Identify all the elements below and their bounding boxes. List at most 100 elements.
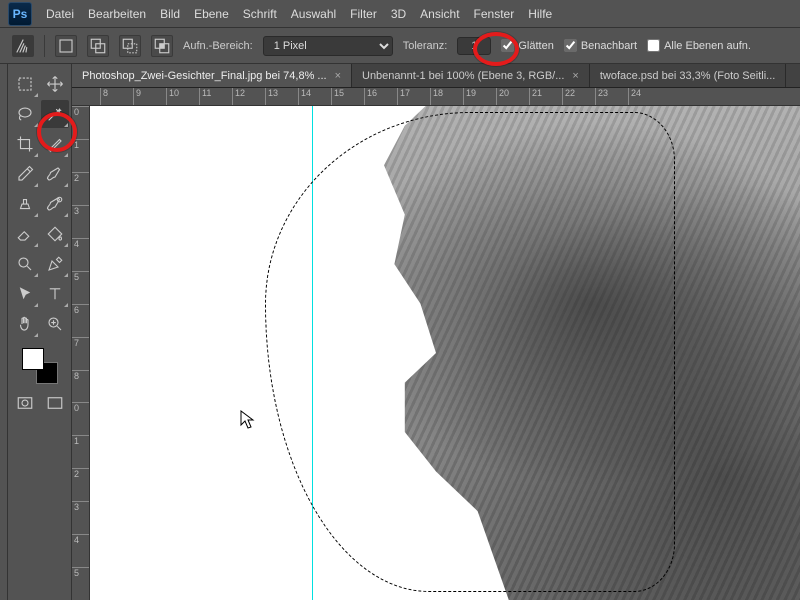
document-tab[interactable]: twoface.psd bei 33,3% (Foto Seitli... <box>590 64 786 87</box>
ruler-tick: 8 <box>100 88 133 105</box>
tool-hand[interactable] <box>11 310 39 338</box>
ruler-tick: 17 <box>397 88 430 105</box>
toolbox <box>8 64 72 600</box>
close-icon[interactable]: × <box>335 70 341 82</box>
ruler-tick: 12 <box>232 88 265 105</box>
close-icon[interactable]: × <box>572 70 578 82</box>
screen-mode-icon[interactable] <box>43 394 67 412</box>
menu-ansicht[interactable]: Ansicht <box>420 7 459 21</box>
document-tabs: Photoshop_Zwei-Gesichter_Final.jpg bei 7… <box>72 64 800 88</box>
glaetten-label: Glätten <box>518 40 553 52</box>
cursor-icon <box>240 410 256 430</box>
ruler-tick: 3 <box>72 205 89 238</box>
ruler-tick: 24 <box>628 88 661 105</box>
separator <box>44 35 45 57</box>
ruler-tick: 10 <box>166 88 199 105</box>
quick-mask-icon[interactable] <box>13 394 37 412</box>
ruler-tick: 5 <box>72 567 89 600</box>
ruler-tick: 15 <box>331 88 364 105</box>
ruler-tick: 1 <box>72 139 89 172</box>
ruler-tick: 4 <box>72 534 89 567</box>
ruler-tick: 9 <box>133 88 166 105</box>
tool-type[interactable] <box>41 280 69 308</box>
tool-zoom[interactable] <box>41 310 69 338</box>
ruler-tick: 3 <box>72 501 89 534</box>
menu-fenster[interactable]: Fenster <box>474 7 515 21</box>
ruler-tick: 0 <box>72 402 89 435</box>
aufn-bereich-select[interactable]: 1 Pixel <box>263 36 393 56</box>
menu-3d[interactable]: 3D <box>391 7 406 21</box>
toleranz-input[interactable] <box>457 37 491 55</box>
glaetten-checkbox[interactable]: Glätten <box>501 39 553 52</box>
ruler-tick: 8 <box>72 370 89 403</box>
menu-ebene[interactable]: Ebene <box>194 7 229 21</box>
menu-bar: Ps Datei Bearbeiten Bild Ebene Schrift A… <box>0 0 800 28</box>
ruler-tick: 22 <box>562 88 595 105</box>
menu-auswahl[interactable]: Auswahl <box>291 7 336 21</box>
menu-datei[interactable]: Datei <box>46 7 74 21</box>
tool-pen[interactable] <box>41 250 69 278</box>
tab-label: twoface.psd bei 33,3% (Foto Seitli... <box>600 70 775 82</box>
tool-clone-stamp[interactable] <box>11 190 39 218</box>
alle-ebenen-label: Alle Ebenen aufn. <box>664 40 751 52</box>
tool-lasso[interactable] <box>11 100 39 128</box>
ruler-tick: 2 <box>72 468 89 501</box>
ruler-tick: 18 <box>430 88 463 105</box>
ruler-tick: 6 <box>72 304 89 337</box>
ruler-tick: 1 <box>72 435 89 468</box>
ruler-tick: 14 <box>298 88 331 105</box>
alle-ebenen-checkbox[interactable]: Alle Ebenen aufn. <box>647 39 751 52</box>
tool-move[interactable] <box>41 70 69 98</box>
benachbart-checkbox[interactable]: Benachbart <box>564 39 637 52</box>
benachbart-label: Benachbart <box>581 40 637 52</box>
current-tool-icon[interactable] <box>12 35 34 57</box>
tool-eraser[interactable] <box>11 220 39 248</box>
selection-marquee <box>265 112 675 592</box>
ruler-tick: 5 <box>72 271 89 304</box>
tool-paint-bucket[interactable] <box>41 220 69 248</box>
ruler-tick: 20 <box>496 88 529 105</box>
tool-dodge[interactable] <box>11 250 39 278</box>
aufn-bereich-label: Aufn.-Bereich: <box>183 40 253 52</box>
document-tab[interactable]: Unbenannt-1 bei 100% (Ebene 3, RGB/... × <box>352 64 590 87</box>
menu-filter[interactable]: Filter <box>350 7 377 21</box>
selection-new-icon[interactable] <box>55 35 77 57</box>
ruler-tick: 11 <box>199 88 232 105</box>
ruler-tick: 4 <box>72 238 89 271</box>
tab-label: Photoshop_Zwei-Gesichter_Final.jpg bei 7… <box>82 70 327 82</box>
tool-crop[interactable] <box>11 130 39 158</box>
tool-magic-wand[interactable] <box>41 100 69 128</box>
tool-slice[interactable] <box>41 130 69 158</box>
menu-schrift[interactable]: Schrift <box>243 7 277 21</box>
document-tab[interactable]: Photoshop_Zwei-Gesichter_Final.jpg bei 7… <box>72 64 352 87</box>
ruler-vertical[interactable]: 012345678012345 <box>72 106 90 600</box>
ruler-tick: 0 <box>72 106 89 139</box>
selection-subtract-icon[interactable] <box>119 35 141 57</box>
ruler-horizontal[interactable]: 89101112131415161718192021222324 <box>72 88 800 106</box>
tool-marquee[interactable] <box>11 70 39 98</box>
ruler-tick: 2 <box>72 172 89 205</box>
tool-eyedropper[interactable] <box>11 160 39 188</box>
tab-label: Unbenannt-1 bei 100% (Ebene 3, RGB/... <box>362 70 564 82</box>
canvas[interactable] <box>90 106 800 600</box>
selection-add-icon[interactable] <box>87 35 109 57</box>
ruler-tick: 7 <box>72 337 89 370</box>
canvas-viewport[interactable] <box>90 106 800 600</box>
ruler-tick: 21 <box>529 88 562 105</box>
ruler-tick: 13 <box>265 88 298 105</box>
menu-bearbeiten[interactable]: Bearbeiten <box>88 7 146 21</box>
tool-history-brush[interactable] <box>41 190 69 218</box>
tool-path-selection[interactable] <box>11 280 39 308</box>
ruler-tick: 19 <box>463 88 496 105</box>
left-gutter <box>0 64 8 600</box>
menu-bild[interactable]: Bild <box>160 7 180 21</box>
tool-brush[interactable] <box>41 160 69 188</box>
selection-intersect-icon[interactable] <box>151 35 173 57</box>
foreground-color-swatch[interactable] <box>22 348 44 370</box>
app-logo: Ps <box>8 2 32 26</box>
menu-hilfe[interactable]: Hilfe <box>528 7 552 21</box>
toleranz-label: Toleranz: <box>403 40 448 52</box>
ruler-tick: 23 <box>595 88 628 105</box>
color-swatches[interactable] <box>22 348 58 384</box>
ruler-tick: 16 <box>364 88 397 105</box>
